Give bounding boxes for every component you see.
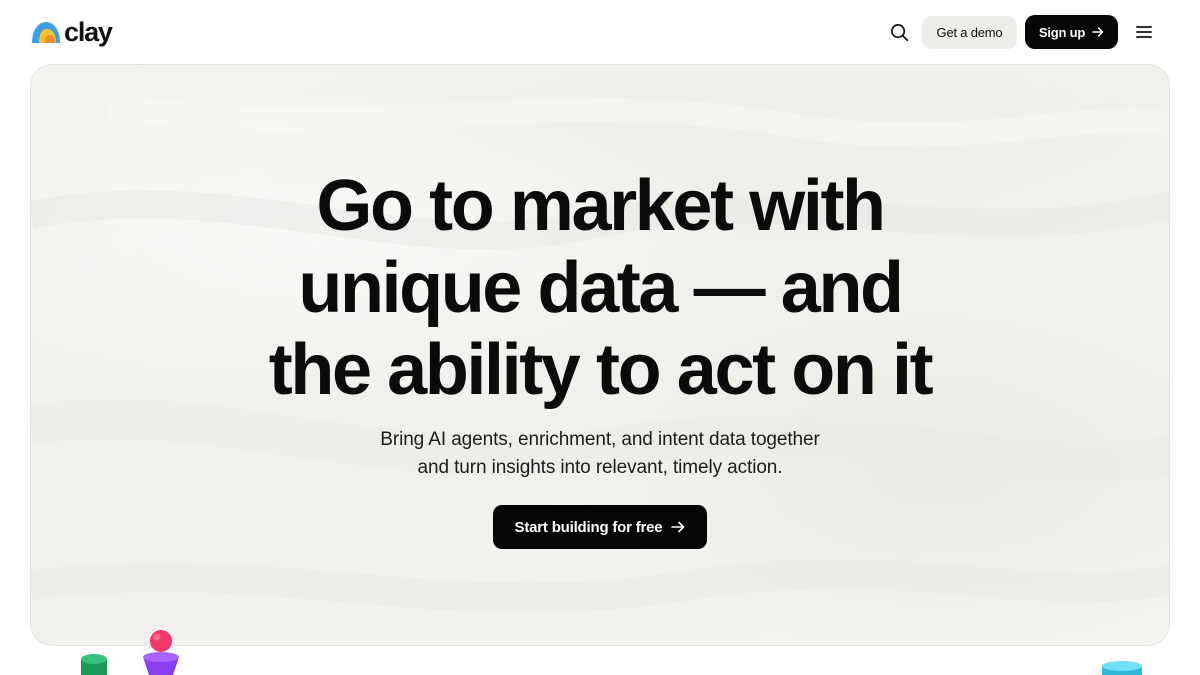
hamburger-menu-button[interactable]: [1134, 22, 1154, 42]
headline-line: unique data — and: [298, 248, 904, 328]
clay-logo-icon: [32, 22, 60, 43]
clay-logo[interactable]: clay: [30, 16, 113, 48]
cta-label: Start building for free: [514, 518, 663, 536]
search-button[interactable]: [886, 19, 912, 45]
hamburger-menu-icon: [1136, 26, 1152, 38]
cyan-clay-figure: [1102, 661, 1142, 675]
headline-line: the ability to act on it: [268, 330, 934, 410]
arrow-right-icon: [1092, 27, 1104, 37]
get-a-demo-button[interactable]: Get a demo: [922, 16, 1017, 49]
hero-headline: Go to market with unique data — and the …: [0, 165, 1200, 411]
logo-wordmark: clay: [64, 17, 113, 47]
search-icon: [890, 23, 908, 41]
arrow-right-icon: [671, 521, 685, 533]
headline-line: Go to market with: [316, 166, 886, 246]
hero-subheading: Bring AI agents, enrichment, and intent …: [0, 426, 1200, 482]
green-clay-figure: [81, 654, 107, 675]
start-building-for-free-button[interactable]: Start building for free: [493, 505, 707, 549]
pink-purple-clay-figure: [143, 630, 179, 675]
sign-up-button[interactable]: Sign up: [1025, 15, 1118, 49]
subheading-line: Bring AI agents, enrichment, and intent …: [380, 429, 820, 450]
top-navigation: clay Get a demo Sign up: [0, 0, 1200, 64]
subheading-line: and turn insights into relevant, timely …: [417, 457, 783, 478]
get-a-demo-label: Get a demo: [936, 25, 1003, 40]
sign-up-label: Sign up: [1038, 24, 1086, 40]
